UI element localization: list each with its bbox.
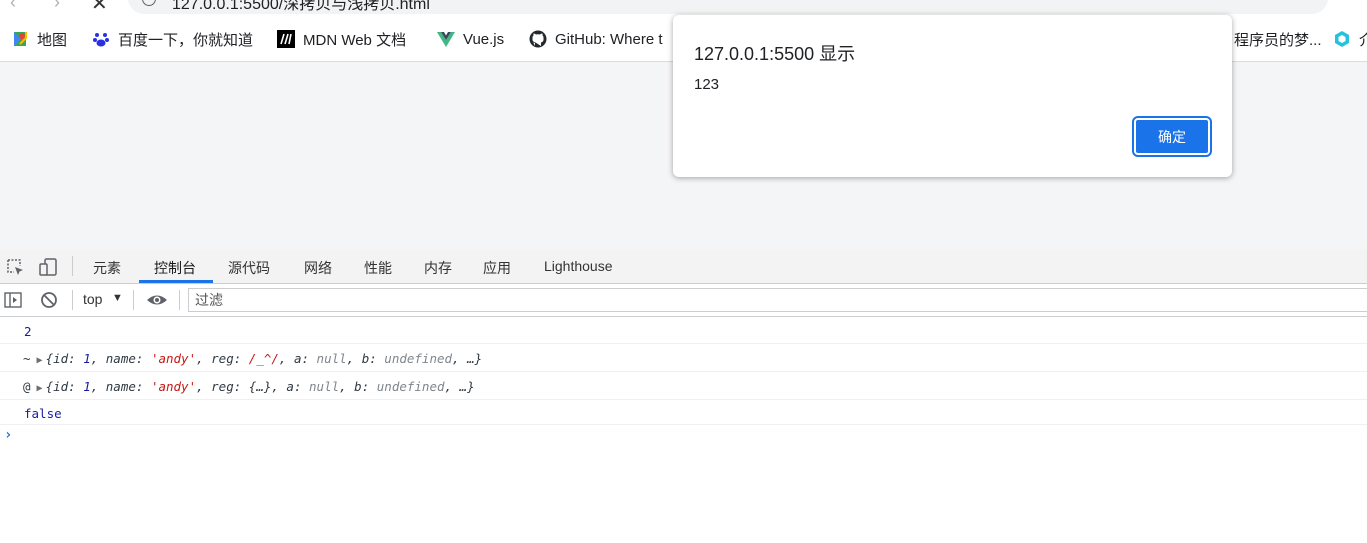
divider [72, 256, 73, 276]
site-info-icon[interactable] [142, 0, 156, 6]
url-text[interactable]: 127.0.0.1:5500/深拷贝与浅拷贝.html [172, 0, 430, 14]
omnibox[interactable]: 127.0.0.1:5500/深拷贝与浅拷贝.html [128, 0, 1328, 14]
maps-icon [14, 32, 27, 46]
console-line: false [0, 400, 1367, 425]
object-preview[interactable]: {id: 1, name: 'andy', reg: /_^/, a: null… [46, 351, 483, 366]
bookmark-app[interactable]: 介 [1333, 28, 1367, 50]
tab-elements[interactable]: 元素 [93, 258, 121, 278]
bookmark-vue[interactable]: Vue.js [437, 28, 504, 50]
expand-triangle-icon[interactable]: ▶ [37, 383, 43, 394]
bookmark-label: 百度一下，你就知道 [118, 31, 254, 49]
log-prefix: @ [23, 379, 31, 394]
bookmark-label: GitHub: Where t [555, 30, 663, 48]
log-value: false [24, 406, 62, 421]
forward-icon[interactable]: › [54, 0, 60, 13]
back-icon[interactable]: ‹ [10, 0, 16, 13]
ok-button[interactable]: 确定 [1132, 116, 1212, 157]
dialog-message: 123 [694, 76, 720, 93]
tab-sources[interactable]: 源代码 [228, 258, 270, 278]
bookmark-label: 程序员的梦... [1234, 31, 1322, 49]
tab-memory[interactable]: 内存 [424, 258, 452, 278]
tab-console[interactable]: 控制台 [154, 258, 196, 278]
sidebar-toggle-icon[interactable] [4, 291, 22, 309]
active-tab-indicator [139, 280, 213, 283]
stop-loading-icon[interactable]: ✕ [91, 0, 108, 16]
tab-application[interactable]: 应用 [483, 258, 511, 278]
bookmark-mdn[interactable]: MDN Web 文档 [277, 28, 406, 50]
bookmark-dream[interactable]: 程序员的梦... [1234, 28, 1322, 50]
clear-console-icon[interactable] [40, 291, 58, 309]
log-value: 2 [24, 324, 32, 339]
divider [72, 290, 73, 310]
alert-dialog: 127.0.0.1:5500 显示 123 确定 [673, 15, 1232, 177]
console-line[interactable]: ~ ▶ {id: 1, name: 'andy', reg: /_^/, a: nu… [0, 344, 1367, 372]
expand-triangle-icon[interactable]: ▶ [37, 355, 43, 366]
bookmark-baidu[interactable]: 百度一下，你就知道 [92, 28, 253, 50]
tab-network[interactable]: 网络 [304, 258, 332, 278]
console-output: 2 ~ ▶ {id: 1, name: 'andy', reg: /_^/, a: … [0, 317, 1367, 543]
context-selector[interactable]: top [83, 291, 102, 307]
console-line[interactable]: @ ▶ {id: 1, name: 'andy', reg: {…}, a: nul… [0, 372, 1367, 400]
chevron-down-icon[interactable]: ▼ [112, 292, 123, 304]
filter-input[interactable] [189, 289, 1367, 311]
bookmark-label: 介 [1359, 31, 1367, 49]
divider [133, 290, 134, 310]
tab-performance[interactable]: 性能 [364, 258, 392, 278]
eye-icon[interactable] [146, 291, 168, 309]
console-prompt-icon[interactable]: › [4, 427, 12, 443]
github-icon [529, 30, 547, 48]
baidu-icon [93, 33, 109, 47]
inspect-element-icon[interactable] [5, 257, 25, 277]
object-preview[interactable]: {id: 1, name: 'andy', reg: {…}, a: null,… [46, 379, 475, 394]
divider [179, 290, 180, 310]
app-icon [1335, 31, 1349, 47]
bookmark-label: Vue.js [463, 30, 505, 48]
device-toolbar-icon[interactable] [38, 257, 58, 277]
bookmark-label: 地图 [37, 31, 68, 49]
console-toolbar: top ▼ [0, 284, 1367, 317]
tab-lighthouse[interactable]: Lighthouse [544, 258, 613, 274]
bookmark-maps[interactable]: 地图 [11, 28, 67, 50]
log-prefix: ~ [23, 351, 31, 366]
mdn-icon [277, 30, 295, 48]
bookmark-label: MDN Web 文档 [303, 31, 407, 49]
devtools-tab-bar: 元素 控制台 源代码 网络 性能 内存 应用 Lighthouse [0, 250, 1367, 284]
vue-icon [437, 32, 455, 47]
console-line: 2 [0, 317, 1367, 344]
dialog-title: 127.0.0.1:5500 显示 [694, 44, 856, 64]
filter-box [188, 288, 1367, 312]
bookmark-github[interactable]: GitHub: Where t [529, 28, 663, 50]
